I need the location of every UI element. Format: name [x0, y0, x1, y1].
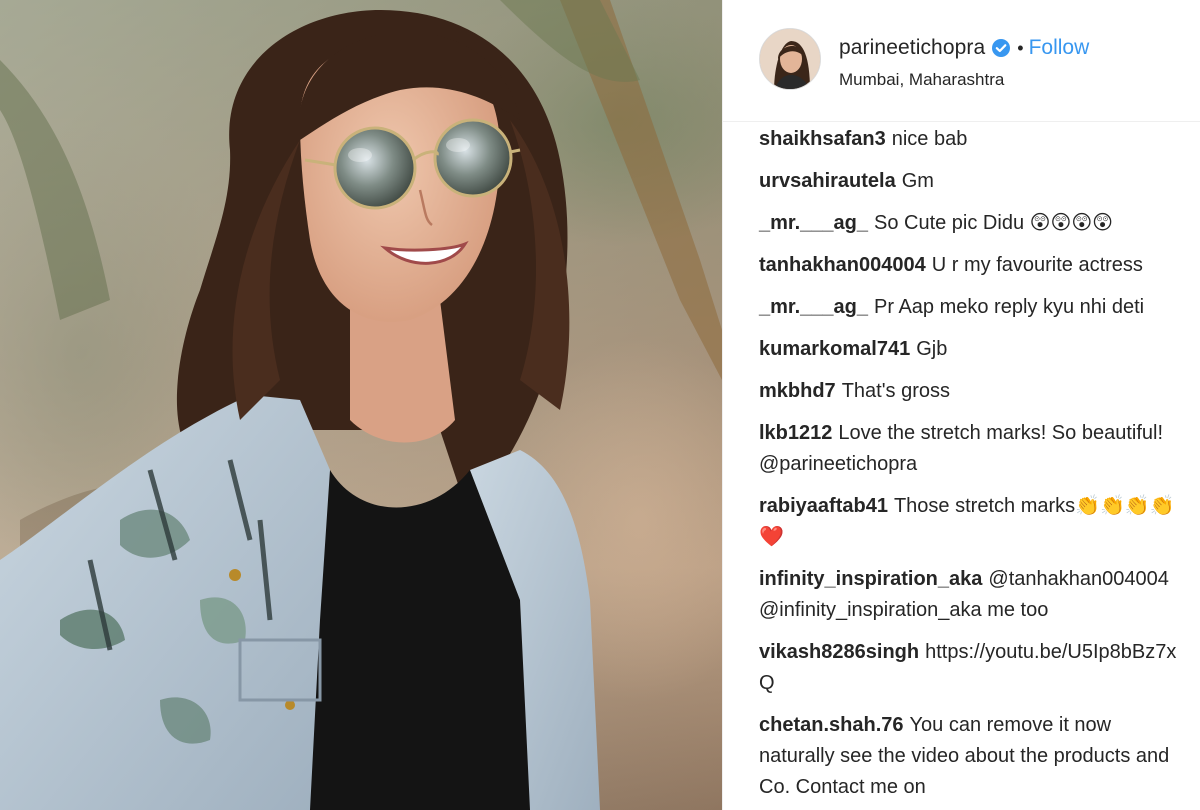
comment-username[interactable]: tanhakhan004004 — [759, 254, 926, 276]
comment-username[interactable]: vikash8286singh — [759, 641, 919, 663]
comment-username[interactable]: mkbhd7 — [759, 380, 836, 402]
comment-item: infinity_inspiration_aka @tanhakhan004004… — [759, 564, 1189, 626]
profile-photo-icon — [760, 29, 820, 89]
post-sidebar: parineetichopra • Follow Mumbai, Maharas… — [723, 0, 1200, 810]
verified-badge-icon — [992, 39, 1011, 57]
comment-text: Pr Aap meko reply kyu nhi deti — [873, 296, 1145, 318]
comment-text: That's gross — [841, 380, 950, 402]
comment-item: urvsahirautela Gm — [759, 166, 1189, 197]
comment-username[interactable]: shaikhsafan3 — [759, 128, 886, 150]
username-link[interactable]: parineetichopra — [839, 36, 985, 60]
comment-text: U r my favourite actress — [931, 254, 1143, 276]
comment-username[interactable]: chetan.shah.76 — [759, 714, 904, 736]
follow-button[interactable]: Follow — [1029, 36, 1090, 60]
comment-item: rabiyaaftab41 Those stretch marks👏👏👏👏❤️ — [759, 491, 1189, 553]
comment-text: nice bab — [891, 128, 968, 150]
comment-item: lkb1212 Love the stretch marks! So beauti… — [759, 418, 1189, 480]
post-header: parineetichopra • Follow Mumbai, Maharas… — [723, 0, 1200, 122]
post-image[interactable] — [0, 0, 722, 810]
comment-username[interactable]: urvsahirautela — [759, 170, 896, 192]
comment-item: tanhakhan004004 U r my favourite actress — [759, 250, 1189, 281]
comment-username[interactable]: _mr.___ag_ — [759, 212, 868, 234]
comments-list: shaikhsafan3 nice bab urvsahirautela Gm _m… — [759, 118, 1189, 810]
comment-item: shaikhsafan3 nice bab — [759, 124, 1189, 155]
comment-text: Gm — [901, 170, 934, 192]
comment-username[interactable]: kumarkomal741 — [759, 338, 910, 360]
comment-item: kumarkomal741 Gjb — [759, 334, 1189, 365]
comment-text: Gjb — [916, 338, 948, 360]
location-link[interactable]: Mumbai, Maharashtra — [839, 70, 1004, 90]
comment-username[interactable]: rabiyaaftab41 — [759, 495, 888, 517]
comment-username[interactable]: infinity_inspiration_aka — [759, 568, 982, 590]
avatar[interactable] — [759, 28, 821, 90]
comment-username[interactable]: _mr.___ag_ — [759, 296, 868, 318]
comment-item: _mr.___ag_ So Cute pic Didu 😲😲😲😲 — [759, 208, 1189, 239]
comment-item: mkbhd7 That's gross — [759, 376, 1189, 407]
separator-dot: • — [1017, 37, 1024, 58]
comment-item: _mr.___ag_ Pr Aap meko reply kyu nhi deti — [759, 292, 1189, 323]
comment-text: So Cute pic Didu 😲😲😲😲 — [873, 212, 1114, 234]
comment-item: vikash8286singh https://youtu.be/U5Ip8bBz… — [759, 637, 1189, 699]
post-photo-illustration — [0, 0, 722, 810]
comment-username[interactable]: lkb1212 — [759, 422, 832, 444]
comment-item: chetan.shah.76 You can remove it now natu… — [759, 710, 1189, 803]
user-line: parineetichopra • Follow — [839, 36, 1089, 60]
